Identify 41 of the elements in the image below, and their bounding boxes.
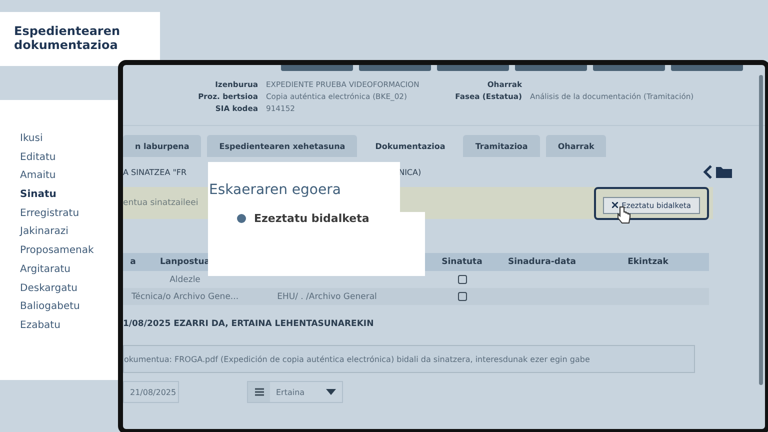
menu-item[interactable]: Editatu	[20, 148, 120, 168]
menu-item[interactable]: Argitaratu	[20, 260, 120, 280]
column-header[interactable]: Sinadura-data	[497, 257, 587, 267]
menu-item[interactable]: Deskargatu	[20, 280, 120, 298]
date-field[interactable]: 21/08/2025	[123, 381, 179, 403]
status-line: 1/08/2025 EZARRI DA, ERTAINA LEHENTASUNAREKIN	[123, 319, 375, 329]
menu-item[interactable]: Ikusi	[20, 130, 120, 149]
caret-icon	[326, 389, 336, 395]
table-cell: EHU/ . /Archivo General	[277, 292, 377, 302]
column-header[interactable]: Sinatuta	[427, 257, 497, 267]
menu-item[interactable]: Baliogabetu	[20, 298, 120, 317]
menu-item[interactable]: Jakinarazi	[20, 223, 120, 242]
menu-item[interactable]: Amaitu	[20, 167, 120, 186]
table-cell: Aldezle	[170, 274, 200, 284]
message-box: okumentua: FROGA.pdf (Expedición de copia auténtica electrónica) bidali da sinatzera, interesdunak ezer egin gabe	[123, 345, 695, 373]
checkbox[interactable]	[458, 275, 466, 284]
checkbox[interactable]	[458, 292, 466, 301]
status-text: Ezeztatu bidalketa	[254, 212, 370, 225]
column-header[interactable]: a	[123, 257, 143, 267]
table-cell: Técnica/o Archivo Gene...	[131, 292, 239, 302]
tab[interactable]: Espedientearen xehetasuna	[207, 135, 358, 157]
tab[interactable]: Oharrak	[546, 135, 606, 157]
tab[interactable]: Dokumentazioa	[363, 135, 458, 157]
list-icon	[254, 388, 264, 396]
page-title: Espedientearen dokumentazioa	[14, 24, 122, 52]
menu-item[interactable]: Proposamenak	[20, 242, 120, 261]
menu-item[interactable]: Sinatu	[20, 186, 120, 205]
status-dot-icon	[237, 214, 246, 223]
menu-item[interactable]: Ezabatu	[20, 316, 120, 336]
section-heading: A SINATZEA "FR	[123, 168, 187, 176]
column-header[interactable]: Lanpostua	[143, 257, 227, 267]
close-icon	[612, 202, 618, 208]
menu-item[interactable]: Erregistratu	[20, 204, 120, 224]
back-and-folder-icon[interactable]	[703, 165, 733, 179]
popup-title: Eskaeraren egoera	[208, 182, 342, 198]
tab[interactable]: Tramitazioa	[463, 135, 540, 157]
scrollbar[interactable]	[759, 75, 763, 385]
tab[interactable]: n laburpena	[123, 135, 202, 157]
notice-text: entua sinatzaileei	[123, 198, 198, 208]
priority-select[interactable]: Ertaina	[247, 381, 343, 403]
column-header[interactable]: Ekintzak	[587, 257, 709, 267]
